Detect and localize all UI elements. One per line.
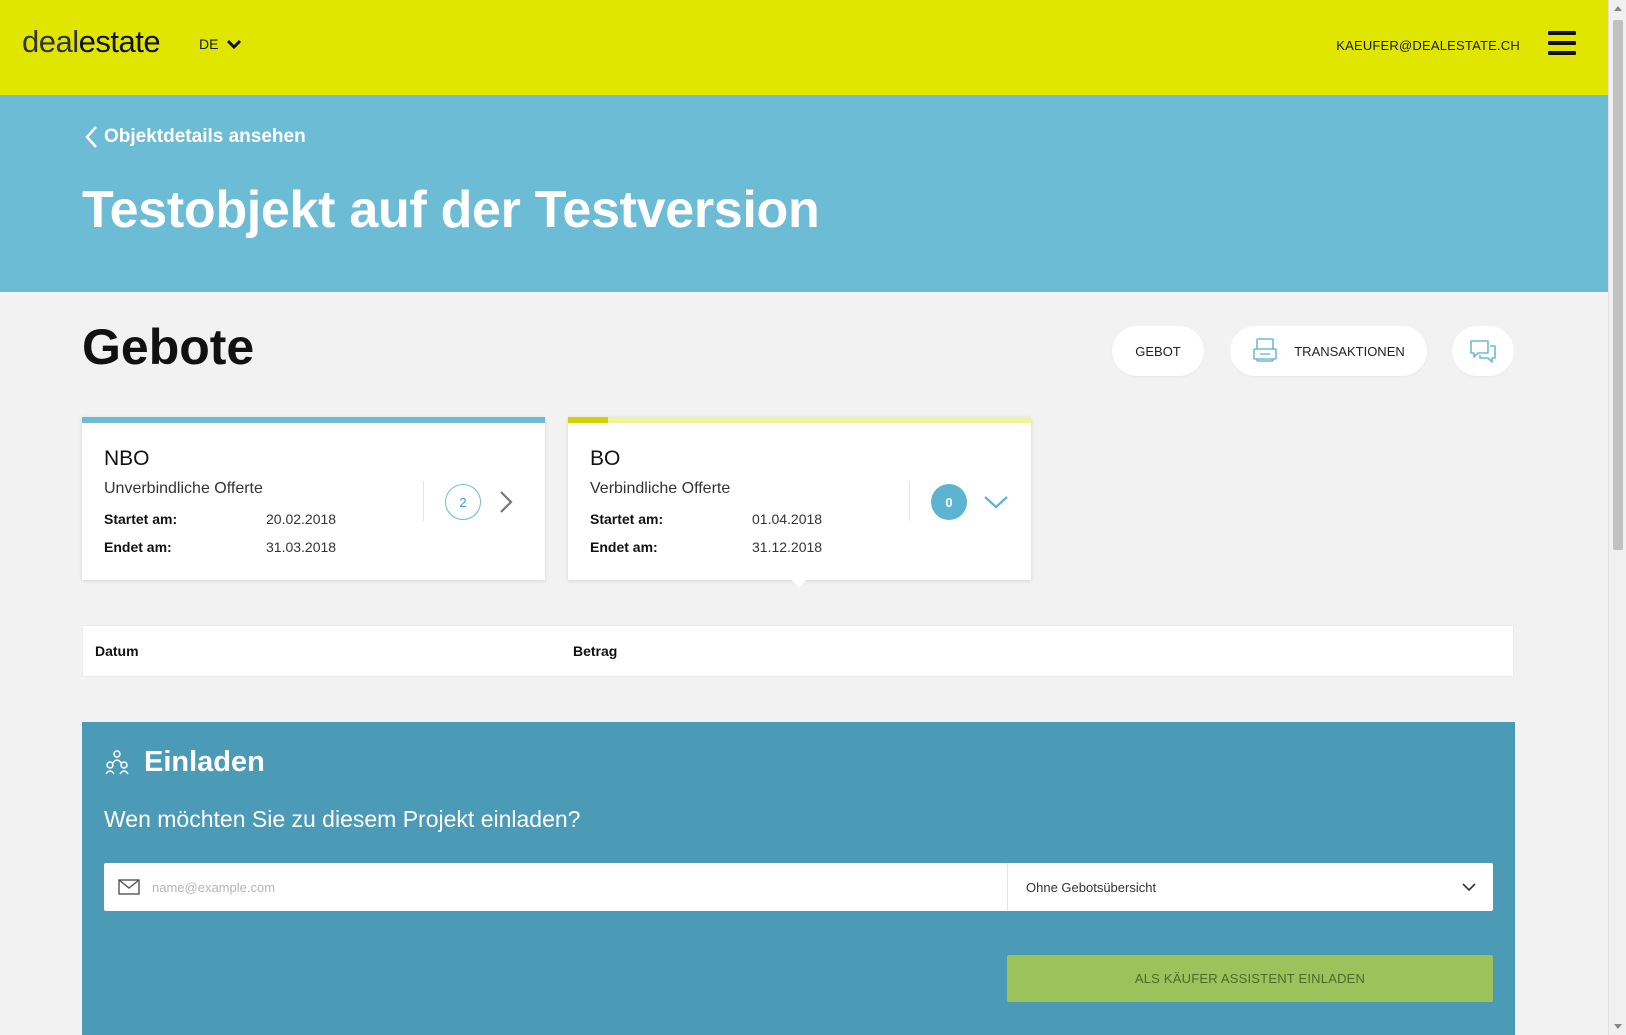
- column-header-date: Datum: [95, 643, 139, 659]
- card-selection-pointer: [792, 580, 806, 587]
- invite-submit-label: ALS KÄUFER ASSISTENT EINLADEN: [1134, 971, 1366, 986]
- top-bar: dealestate DE KAEUFER@DEALESTATE.CH: [0, 0, 1608, 95]
- end-label: Endet am:: [104, 539, 172, 555]
- scroll-thumb[interactable]: [1613, 20, 1623, 550]
- gebot-button-label: GEBOT: [1135, 343, 1181, 359]
- chevron-down-icon[interactable]: [982, 487, 1010, 517]
- card-name: BO: [590, 447, 621, 470]
- gebot-button[interactable]: GEBOT: [1112, 326, 1204, 376]
- transaktionen-button[interactable]: TRANSAKTIONEN: [1230, 326, 1427, 376]
- invite-form: Ohne Gebotsübersicht: [104, 863, 1493, 911]
- end-date: 31.03.2018: [266, 539, 337, 555]
- chevron-down-icon: [227, 39, 242, 49]
- scroll-up-arrow[interactable]: [1614, 6, 1622, 11]
- card-name: NBO: [104, 447, 150, 470]
- user-email[interactable]: KAEUFER@DEALESTATE.CH: [1336, 38, 1520, 53]
- logo[interactable]: dealestate: [22, 24, 161, 60]
- people-icon: [105, 749, 129, 774]
- email-input[interactable]: [152, 864, 1007, 910]
- card-end-row: Endet am: 31.12.2018: [590, 539, 822, 555]
- back-link[interactable]: Objektdetails ansehen: [84, 125, 306, 149]
- card-subtitle: Unverbindliche Offerte: [104, 480, 263, 497]
- card-end-row: Endet am: 31.03.2018: [104, 539, 336, 555]
- start-date: 20.02.2018: [266, 511, 337, 527]
- start-label: Startet am:: [104, 511, 178, 527]
- hero-banner: Objektdetails ansehen Testobjekt auf der…: [0, 95, 1608, 292]
- chat-button[interactable]: [1452, 326, 1514, 376]
- phase-progress: [568, 417, 608, 423]
- start-label: Startet am:: [590, 511, 664, 527]
- bids-table: Datum Betrag: [82, 625, 1514, 677]
- section-title: Gebote: [82, 319, 255, 375]
- invite-panel: Einladen Wen möchten Sie zu diesem Proje…: [82, 722, 1515, 1035]
- transaktionen-button-label: TRANSAKTIONEN: [1294, 343, 1405, 359]
- invite-question: Wen möchten Sie zu diesem Projekt einlad…: [104, 806, 581, 832]
- invite-title: Einladen: [144, 746, 265, 778]
- column-header-amount: Betrag: [573, 643, 618, 659]
- scroll-down-arrow[interactable]: [1614, 1024, 1622, 1029]
- card-subtitle: Verbindliche Offerte: [590, 480, 731, 497]
- select-value: Ohne Gebotsübersicht: [1026, 879, 1157, 895]
- bid-phase-card-bo[interactable]: BO Verbindliche Offerte Startet am: 01.0…: [568, 417, 1031, 580]
- invite-header: Einladen: [104, 746, 265, 779]
- back-link-label: Objektdetails ansehen: [104, 126, 306, 147]
- bid-count-badge[interactable]: 0: [931, 484, 967, 520]
- language-label: DE: [199, 36, 219, 52]
- chevron-down-icon: [1462, 883, 1476, 892]
- end-label: Endet am:: [590, 539, 658, 555]
- bid-count-badge[interactable]: 2: [445, 484, 481, 520]
- chevron-right-icon[interactable]: [496, 487, 516, 517]
- card-start-row: Startet am: 20.02.2018: [104, 511, 336, 527]
- invite-submit-button[interactable]: ALS KÄUFER ASSISTENT EINLADEN: [1007, 955, 1493, 1002]
- envelope-icon: [118, 879, 140, 895]
- end-date: 31.12.2018: [752, 539, 823, 555]
- card-divider: [909, 481, 910, 521]
- chat-icon: [1470, 340, 1496, 363]
- access-level-select[interactable]: Ohne Gebotsübersicht: [1008, 863, 1493, 911]
- card-start-row: Startet am: 01.04.2018: [590, 511, 822, 527]
- card-divider: [423, 481, 424, 521]
- start-date: 01.04.2018: [752, 511, 823, 527]
- chevron-left-icon: [85, 126, 97, 148]
- email-field: [104, 863, 1008, 911]
- bid-phase-card-nbo[interactable]: NBO Unverbindliche Offerte Startet am: 2…: [82, 417, 545, 580]
- page-scrollbar[interactable]: [1608, 0, 1626, 1035]
- page-title: Testobjekt auf der Testversion: [82, 181, 820, 239]
- menu-icon[interactable]: [1548, 31, 1576, 55]
- language-selector[interactable]: DE: [199, 36, 242, 52]
- document-icon: [1253, 338, 1278, 362]
